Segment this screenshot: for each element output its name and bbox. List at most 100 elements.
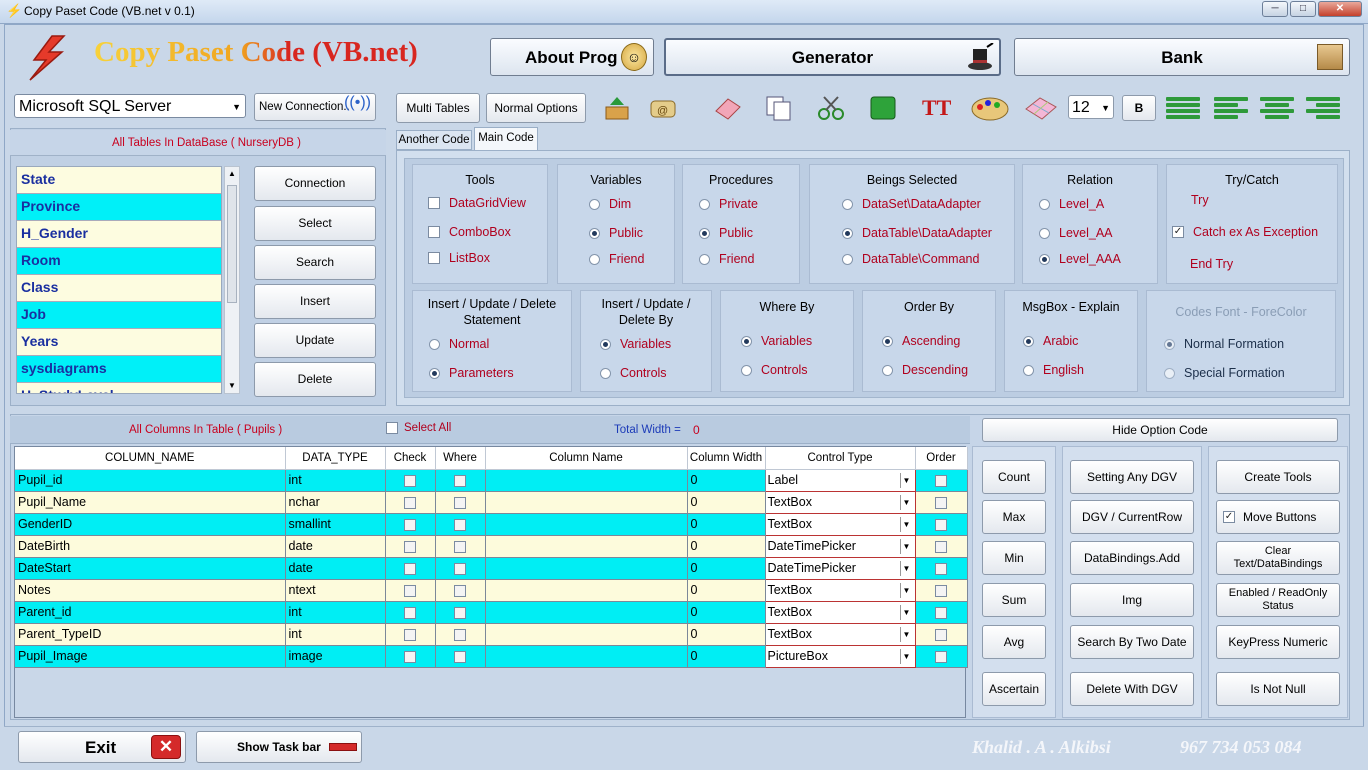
cell-column-name[interactable]: Notes — [15, 579, 286, 602]
list-item[interactable]: State — [17, 167, 221, 194]
table-row[interactable]: Parent_TypeID int 0 TextBox ▼ — [15, 622, 968, 646]
datatable-adapter-radio[interactable]: DataTable\DataAdapter — [842, 226, 992, 240]
table-row[interactable]: Pupil_id int 0 Label ▼ — [15, 468, 968, 492]
check-checkbox[interactable] — [404, 606, 416, 619]
cell-column-name[interactable]: Parent_TypeID — [15, 623, 286, 646]
sum-button[interactable]: Sum — [982, 583, 1046, 617]
cell-data-type[interactable]: date — [285, 557, 386, 580]
minimize-button[interactable]: ─ — [1262, 1, 1288, 17]
table-row[interactable]: DateBirth date 0 DateTimePicker ▼ — [15, 534, 968, 558]
scroll-down-icon[interactable]: ▼ — [228, 381, 236, 390]
chevron-down-icon[interactable]: ▼ — [899, 560, 913, 576]
cell-data-type[interactable]: smallint — [285, 513, 386, 536]
level-aa-radio[interactable]: Level_AA — [1039, 226, 1113, 240]
cell-where[interactable] — [435, 513, 486, 536]
cell-where[interactable] — [435, 469, 486, 492]
color-grid-icon[interactable] — [1022, 95, 1057, 121]
cell-width[interactable]: 0 — [687, 579, 766, 602]
cell-width[interactable]: 0 — [687, 623, 766, 646]
align-center-icon[interactable] — [1260, 95, 1296, 119]
dgv-currentrow-button[interactable]: DGV / CurrentRow — [1070, 500, 1194, 534]
bank-button[interactable]: Bank — [1014, 38, 1350, 76]
show-taskbar-button[interactable]: Show Task bar — [196, 731, 362, 763]
ascertain-button[interactable]: Ascertain — [982, 672, 1046, 706]
color-square-icon[interactable] — [868, 95, 898, 121]
cell-column-label[interactable] — [485, 557, 688, 580]
delete-button[interactable]: Delete — [254, 362, 376, 397]
combobox-checkbox[interactable]: ComboBox — [428, 225, 511, 239]
setting-dgv-button[interactable]: Setting Any DGV — [1070, 460, 1194, 494]
cell-control-type[interactable]: DateTimePicker ▼ — [764, 556, 916, 580]
where-checkbox[interactable] — [454, 562, 466, 575]
cell-where[interactable] — [435, 645, 486, 668]
cell-data-type[interactable]: int — [285, 601, 386, 624]
check-checkbox[interactable] — [404, 474, 416, 487]
order-checkbox[interactable] — [935, 518, 947, 531]
column-header[interactable]: DATA_TYPE — [285, 447, 386, 470]
table-row[interactable]: Pupil_Name nchar 0 TextBox ▼ — [15, 490, 968, 514]
tables-scrollbar[interactable]: ▲ ▼ — [224, 166, 240, 394]
connection-button[interactable]: Connection — [254, 166, 376, 201]
chevron-down-icon[interactable]: ▼ — [899, 516, 913, 532]
cell-where[interactable] — [435, 601, 486, 624]
palette-icon[interactable] — [970, 95, 1009, 121]
copy-icon[interactable] — [764, 95, 794, 121]
chevron-down-icon[interactable]: ▼ — [899, 494, 913, 510]
where-variables-radio[interactable]: Variables — [741, 334, 812, 348]
where-checkbox[interactable] — [454, 540, 466, 553]
chevron-down-icon[interactable]: ▼ — [899, 582, 913, 598]
cut-icon[interactable] — [816, 95, 846, 121]
cell-width[interactable]: 0 — [687, 513, 766, 536]
bold-button[interactable]: B — [1122, 95, 1156, 121]
column-header[interactable]: Column Name — [485, 447, 688, 470]
cell-data-type[interactable]: image — [285, 645, 386, 668]
cell-column-label[interactable] — [485, 645, 688, 668]
cell-order[interactable] — [915, 601, 968, 624]
check-checkbox[interactable] — [404, 628, 416, 641]
cell-where[interactable] — [435, 491, 486, 514]
chevron-down-icon[interactable]: ▼ — [899, 472, 913, 488]
table-row[interactable]: Pupil_Image image 0 PictureBox ▼ — [15, 644, 968, 668]
cell-control-type[interactable]: TextBox ▼ — [764, 512, 916, 536]
table-row[interactable]: Parent_id int 0 TextBox ▼ — [15, 600, 968, 624]
scroll-thumb[interactable] — [227, 185, 237, 303]
descending-radio[interactable]: Descending — [882, 363, 968, 377]
order-checkbox[interactable] — [935, 584, 947, 597]
insert-button[interactable]: Insert — [254, 284, 376, 319]
cell-where[interactable] — [435, 579, 486, 602]
cell-data-type[interactable]: nchar — [285, 491, 386, 514]
cell-check[interactable] — [385, 513, 436, 536]
order-checkbox[interactable] — [935, 496, 947, 509]
cell-check[interactable] — [385, 535, 436, 558]
cell-width[interactable]: 0 — [687, 535, 766, 558]
check-checkbox[interactable] — [404, 584, 416, 597]
special-formation-radio[interactable]: Special Formation — [1164, 366, 1285, 380]
update-button[interactable]: Update — [254, 323, 376, 358]
img-button[interactable]: Img — [1070, 583, 1194, 617]
cell-column-name[interactable]: DateStart — [15, 557, 286, 580]
tab-main-code[interactable]: Main Code — [474, 127, 538, 150]
iud-variables-radio[interactable]: Variables — [600, 337, 671, 351]
ascending-radio[interactable]: Ascending — [882, 334, 960, 348]
column-header[interactable]: Where — [435, 447, 486, 470]
cell-check[interactable] — [385, 557, 436, 580]
cell-width[interactable]: 0 — [687, 491, 766, 514]
cell-column-name[interactable]: GenderID — [15, 513, 286, 536]
font-icon[interactable]: TT — [922, 93, 952, 120]
exit-button[interactable]: Exit ✕ — [18, 731, 186, 763]
where-checkbox[interactable] — [454, 518, 466, 531]
cell-check[interactable] — [385, 491, 436, 514]
where-checkbox[interactable] — [454, 628, 466, 641]
multi-tables-button[interactable]: Multi Tables — [396, 93, 480, 123]
cell-check[interactable] — [385, 601, 436, 624]
where-checkbox[interactable] — [454, 474, 466, 487]
column-header[interactable]: COLUMN_NAME — [15, 447, 286, 470]
cell-control-type[interactable]: TextBox ▼ — [764, 622, 916, 646]
cell-order[interactable] — [915, 513, 968, 536]
provider-select[interactable]: Microsoft SQL Server ▼ — [14, 94, 246, 118]
list-item[interactable]: H_StudyLevel — [17, 383, 221, 393]
order-checkbox[interactable] — [935, 628, 947, 641]
listbox-checkbox[interactable]: ListBox — [428, 251, 490, 265]
cell-order[interactable] — [915, 535, 968, 558]
cell-where[interactable] — [435, 623, 486, 646]
